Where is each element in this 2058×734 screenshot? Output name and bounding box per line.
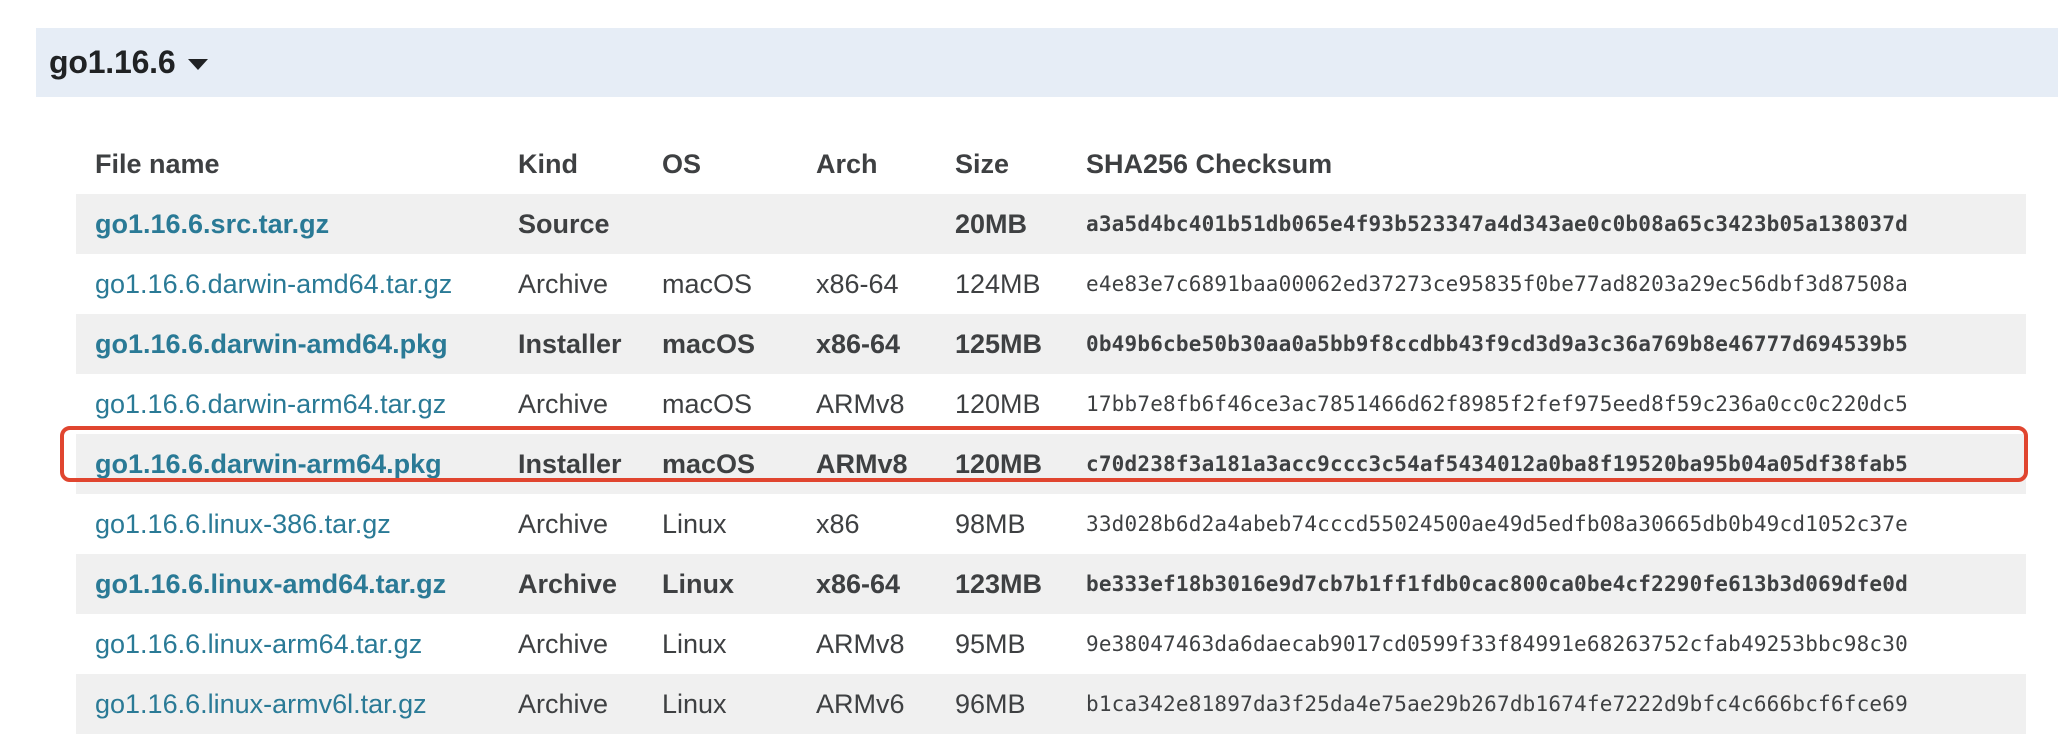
file-name-cell: go1.16.6.linux-amd64.tar.gz: [76, 554, 499, 614]
file-download-link[interactable]: go1.16.6.darwin-amd64.pkg: [95, 329, 448, 359]
os-cell: macOS: [662, 388, 753, 419]
kind-cell: Archive: [499, 554, 643, 614]
kind-cell: Archive: [518, 388, 609, 419]
arch-cell: x86-64: [816, 268, 899, 299]
table-row: go1.16.6.darwin-amd64.pkg Installer macOS x…: [76, 314, 2026, 374]
size-cell: 123MB: [936, 554, 1067, 614]
table-body: go1.16.6.src.tar.gz Source 20MB a3a5d4bc401…: [76, 194, 2026, 734]
file-download-link[interactable]: go1.16.6.linux-arm64.tar.gz: [95, 629, 422, 659]
arch-cell: x86: [816, 508, 860, 539]
file-download-link[interactable]: go1.16.6.darwin-arm64.tar.gz: [95, 389, 446, 419]
os-cell: macOS: [643, 434, 797, 494]
file-download-link[interactable]: go1.16.6.linux-386.tar.gz: [95, 509, 391, 539]
table-row: go1.16.6.darwin-arm64.pkg Installer macOS A…: [76, 434, 2026, 494]
chevron-down-icon[interactable]: [188, 59, 209, 70]
os-cell: Linux: [662, 628, 727, 659]
file-name-cell: go1.16.6.linux-arm64.tar.gz: [76, 614, 499, 674]
size-cell: 98MB: [955, 508, 1026, 539]
file-name-cell: go1.16.6.darwin-arm64.tar.gz: [76, 374, 499, 434]
downloads-table: File name Kind OS Arch Size SHA256 Check…: [76, 134, 2026, 734]
arch-cell: ARMv8: [816, 388, 905, 419]
header-os: OS: [662, 148, 702, 179]
size-cell: 124MB: [955, 268, 1041, 299]
checksum-cell: b1ca342e81897da3f25da4e75ae29b267db1674f…: [1067, 674, 2026, 734]
table-row: go1.16.6.darwin-amd64.tar.gz Archive macOS…: [76, 254, 2026, 314]
size-cell: 96MB: [936, 674, 1067, 734]
file-download-link[interactable]: go1.16.6.darwin-amd64.tar.gz: [95, 269, 452, 299]
checksum-cell: a3a5d4bc401b51db065e4f93b523347a4d343ae0…: [1067, 194, 2026, 254]
checksum-cell: e4e83e7c6891baa00062ed37273ce95835f0be77…: [1086, 272, 1908, 296]
table-row: go1.16.6.src.tar.gz Source 20MB a3a5d4bc401…: [76, 194, 2026, 254]
header-kind: Kind: [518, 148, 578, 179]
os-cell: macOS: [662, 268, 753, 299]
file-name-cell: go1.16.6.darwin-arm64.pkg: [76, 434, 499, 494]
checksum-cell: 33d028b6d2a4abeb74cccd55024500ae49d5edfb…: [1086, 512, 1908, 536]
header-size: Size: [955, 148, 1010, 179]
arch-cell: x86-64: [797, 314, 936, 374]
os-cell: Linux: [662, 508, 727, 539]
table-row: go1.16.6.linux-armv6l.tar.gz Archive Linux…: [76, 674, 2026, 734]
checksum-cell: c70d238f3a181a3acc9ccc3c54af5434012a0ba8…: [1067, 434, 2026, 494]
header-arch: Arch: [816, 148, 878, 179]
header-checksum: SHA256 Checksum: [1086, 148, 1333, 179]
kind-cell: Installer: [499, 434, 643, 494]
arch-cell: ARMv6: [797, 674, 936, 734]
release-title[interactable]: go1.16.6: [49, 44, 176, 81]
file-name-cell: go1.16.6.darwin-amd64.pkg: [76, 314, 499, 374]
file-download-link[interactable]: go1.16.6.src.tar.gz: [95, 209, 329, 239]
table-row: go1.16.6.linux-amd64.tar.gz Archive Linux x…: [76, 554, 2026, 614]
header-file-name: File name: [95, 148, 220, 179]
arch-cell: x86-64: [797, 554, 936, 614]
checksum-cell: 0b49b6cbe50b30aa0a5bb9f8ccdbb43f9cd3d9a3…: [1067, 314, 2026, 374]
size-cell: 95MB: [955, 628, 1026, 659]
kind-cell: Archive: [518, 508, 609, 539]
kind-cell: Archive: [518, 268, 609, 299]
table-row: go1.16.6.linux-arm64.tar.gz Archive Linux A…: [76, 614, 2026, 674]
file-name-cell: go1.16.6.linux-armv6l.tar.gz: [76, 674, 499, 734]
file-download-link[interactable]: go1.16.6.linux-amd64.tar.gz: [95, 569, 446, 599]
os-cell: Linux: [643, 554, 797, 614]
file-download-link[interactable]: go1.16.6.darwin-arm64.pkg: [95, 449, 442, 479]
os-cell: macOS: [643, 314, 797, 374]
checksum-cell: 9e38047463da6daecab9017cd0599f33f84991e6…: [1086, 632, 1908, 656]
checksum-cell: 17bb7e8fb6f46ce3ac7851466d62f8985f2fef97…: [1086, 392, 1908, 416]
kind-cell: Installer: [499, 314, 643, 374]
file-download-link[interactable]: go1.16.6.linux-armv6l.tar.gz: [95, 689, 427, 719]
release-toggle[interactable]: go1.16.6: [36, 28, 2058, 97]
table-row: go1.16.6.darwin-arm64.tar.gz Archive macOS…: [76, 374, 2026, 434]
file-name-cell: go1.16.6.src.tar.gz: [76, 194, 499, 254]
checksum-cell: be333ef18b3016e9d7cb7b1ff1fdb0cac800ca0b…: [1067, 554, 2026, 614]
arch-cell: ARMv8: [797, 434, 936, 494]
size-cell: 125MB: [936, 314, 1067, 374]
os-cell: Linux: [643, 674, 797, 734]
kind-cell: Archive: [518, 628, 609, 659]
file-name-cell: go1.16.6.darwin-amd64.tar.gz: [76, 254, 499, 314]
table-header-row: File name Kind OS Arch Size SHA256 Check…: [76, 134, 2026, 194]
size-cell: 120MB: [936, 434, 1067, 494]
size-cell: 120MB: [955, 388, 1041, 419]
kind-cell: Source: [499, 194, 643, 254]
arch-cell: ARMv8: [816, 628, 905, 659]
kind-cell: Archive: [499, 674, 643, 734]
os-cell: [643, 194, 797, 254]
arch-cell: [797, 194, 936, 254]
table-row: go1.16.6.linux-386.tar.gz Archive Linux x86…: [76, 494, 2026, 554]
file-name-cell: go1.16.6.linux-386.tar.gz: [76, 494, 499, 554]
size-cell: 20MB: [936, 194, 1067, 254]
